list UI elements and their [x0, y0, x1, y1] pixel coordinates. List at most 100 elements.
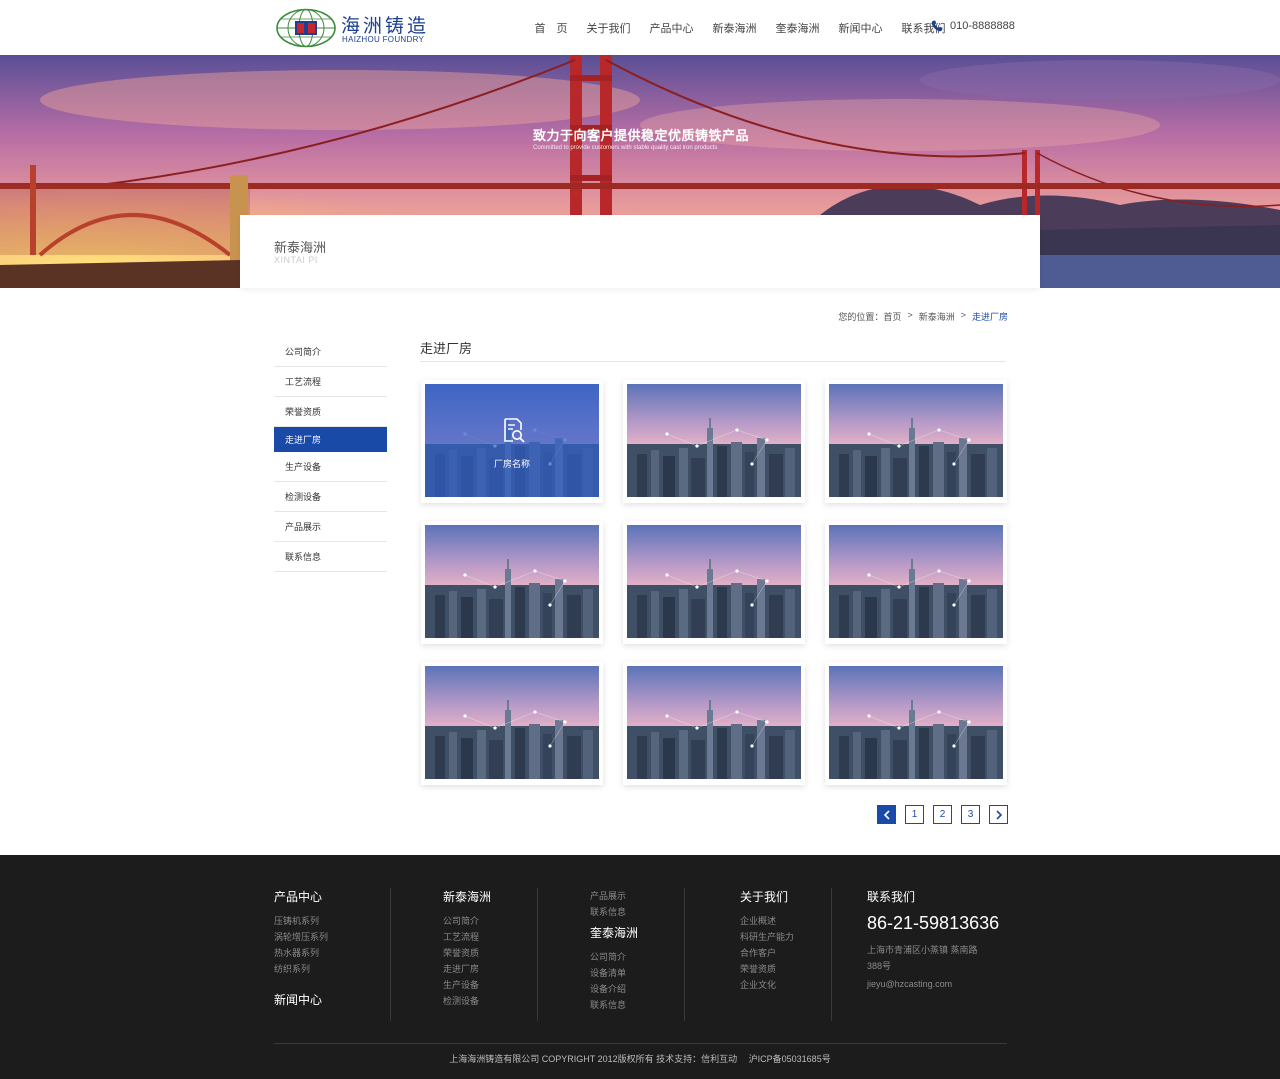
footer-divider	[537, 888, 538, 1021]
breadcrumb-home[interactable]: 您的位置：首页	[838, 310, 901, 323]
footer-heading[interactable]: 新闻中心	[274, 991, 328, 1008]
footer-link[interactable]: 公司简介	[590, 949, 638, 965]
footer-link[interactable]: 荣誉资质	[740, 961, 794, 977]
footer-link[interactable]: 荣誉资质	[443, 945, 491, 961]
nav-home[interactable]: 首 页	[525, 20, 577, 36]
footer-link[interactable]: 工艺流程	[443, 929, 491, 945]
breadcrumb-separator: >	[960, 310, 966, 320]
nav-products[interactable]: 产品中心	[640, 20, 703, 36]
footer-link[interactable]: 设备介绍	[590, 981, 638, 997]
phone-number: 010-8888888	[950, 20, 1015, 32]
breadcrumb-current: 走进厂房	[971, 312, 1008, 322]
page-1-button[interactable]: 1	[905, 805, 924, 824]
footer-link[interactable]: 生产设备	[443, 977, 491, 993]
page-title-card: 新泰海洲 XINTAI PI	[240, 215, 1040, 288]
footer-phone: 86-21-59813636	[867, 913, 1000, 933]
footer-copyright: 上海海洲铸造有限公司 COPYRIGHT 2012版权所有 技术支持：信利互动 …	[449, 1054, 831, 1064]
footer-divider	[390, 888, 391, 1021]
breadcrumb-separator: >	[907, 310, 913, 320]
gallery-card[interactable]	[623, 521, 805, 644]
section-divider	[420, 361, 1006, 362]
city-skyline-thumbnail	[829, 525, 1003, 638]
sidebar-item-contact-info[interactable]: 联系信息	[274, 542, 387, 572]
gallery-card[interactable]	[623, 662, 805, 785]
city-skyline-thumbnail	[425, 666, 599, 779]
footer-link[interactable]: 公司简介	[443, 913, 491, 929]
gallery-card[interactable]	[825, 521, 1007, 644]
sidebar: 公司简介 工艺流程 荣誉资质 走进厂房 生产设备 检测设备 产品展示 联系信息	[274, 337, 387, 572]
footer-link[interactable]: 设备清单	[590, 965, 638, 981]
gallery-card[interactable]	[421, 521, 603, 644]
footer-link[interactable]: 热水器系列	[274, 945, 328, 961]
footer-link[interactable]: 走进厂房	[443, 961, 491, 977]
city-skyline-thumbnail	[829, 384, 1003, 497]
footer-email[interactable]: jieyu@hzcasting.com	[867, 976, 987, 992]
sidebar-item-testing-equipment[interactable]: 检测设备	[274, 482, 387, 512]
sidebar-item-product-display[interactable]: 产品展示	[274, 512, 387, 542]
footer-link[interactable]: 产品展示	[590, 888, 638, 904]
gallery-card[interactable]	[421, 662, 603, 785]
city-skyline-thumbnail	[425, 525, 599, 638]
gallery-card[interactable]: 厂房名称	[421, 380, 603, 503]
footer-link[interactable]: 科研生产能力	[740, 929, 794, 945]
phone-icon	[931, 20, 943, 32]
footer-col-about: 关于我们 企业概述 科研生产能力 合作客户 荣誉资质 企业文化	[740, 888, 794, 993]
footer-heading[interactable]: 奎泰海洲	[590, 924, 638, 941]
page-3-button[interactable]: 3	[961, 805, 980, 824]
footer-heading[interactable]: 联系我们	[867, 888, 999, 905]
card-label: 厂房名称	[493, 459, 530, 469]
sidebar-item-production-equipment[interactable]: 生产设备	[274, 452, 387, 482]
nav-news[interactable]: 新闻中心	[829, 20, 892, 36]
next-page-button[interactable]	[989, 805, 1008, 824]
city-skyline-thumbnail	[627, 666, 801, 779]
sidebar-item-factory[interactable]: 走进厂房	[274, 427, 387, 452]
logo-text-en: HAIZHOU FOUNDRY	[342, 35, 425, 44]
chevron-left-icon	[883, 809, 890, 820]
gallery-card[interactable]	[825, 380, 1007, 503]
logo[interactable]: 海洲铸造 HAIZHOU FOUNDRY	[275, 7, 426, 49]
footer-heading[interactable]: 产品中心	[274, 888, 328, 905]
footer-heading[interactable]: 关于我们	[740, 888, 794, 905]
breadcrumb-level1[interactable]: 新泰海洲	[919, 310, 955, 323]
sidebar-item-process[interactable]: 工艺流程	[274, 367, 387, 397]
globe-logo-icon	[276, 8, 336, 48]
city-skyline-thumbnail	[627, 384, 801, 497]
footer-col-xintai: 新泰海洲 公司简介 工艺流程 荣誉资质 走进厂房 生产设备 检测设备	[443, 888, 491, 1009]
footer-link[interactable]: 联系信息	[590, 997, 638, 1013]
gallery-card[interactable]	[623, 380, 805, 503]
page-title: 新泰海洲	[274, 240, 327, 255]
prev-page-button[interactable]	[877, 805, 896, 824]
site-footer: 产品中心 压铸机系列 涡轮增压系列 热水器系列 纺织系列 新闻中心 新泰海洲 公…	[0, 855, 1280, 1079]
footer-divider-horizontal	[274, 1043, 1007, 1044]
header-phone: 010-8888888	[931, 20, 1015, 32]
pagination: 1 2 3	[877, 805, 1008, 824]
sidebar-item-company-intro[interactable]: 公司简介	[274, 337, 387, 367]
nav-xintai[interactable]: 新泰海洲	[703, 20, 766, 36]
footer-address: 上海市青浦区小蒸镇 蒸南路388号	[867, 945, 978, 971]
footer-heading[interactable]: 新泰海洲	[443, 888, 491, 905]
site-header: 海洲铸造 HAIZHOU FOUNDRY 首 页 关于我们 产品中心 新泰海洲 …	[0, 0, 1280, 55]
banner-subtitle: Committed to provide customers with stab…	[533, 145, 718, 151]
banner-title: 致力于向客户提供稳定优质铸铁产品	[533, 128, 750, 143]
footer-col-kuitai: 产品展示 联系信息 奎泰海洲 公司简介 设备清单 设备介绍 联系信息	[590, 888, 638, 1013]
nav-about[interactable]: 关于我们	[577, 20, 640, 36]
city-skyline-thumbnail	[627, 525, 801, 638]
chevron-right-icon	[995, 809, 1002, 820]
footer-link[interactable]: 企业文化	[740, 977, 794, 993]
footer-link[interactable]: 纺织系列	[274, 961, 328, 977]
city-skyline-thumbnail	[829, 666, 1003, 779]
nav-kuitai[interactable]: 奎泰海洲	[766, 20, 829, 36]
main-nav: 首 页 关于我们 产品中心 新泰海洲 奎泰海洲 新闻中心 联系我们	[525, 0, 955, 55]
footer-link[interactable]: 压铸机系列	[274, 913, 328, 929]
gallery-card[interactable]	[825, 662, 1007, 785]
footer-link[interactable]: 企业概述	[740, 913, 794, 929]
card-hover-overlay: 厂房名称	[425, 384, 599, 497]
footer-link[interactable]: 联系信息	[590, 904, 638, 920]
sidebar-item-honors[interactable]: 荣誉资质	[274, 397, 387, 427]
footer-col-products: 产品中心 压铸机系列 涡轮增压系列 热水器系列 纺织系列 新闻中心	[274, 888, 328, 1016]
footer-link[interactable]: 检测设备	[443, 993, 491, 1009]
page-2-button[interactable]: 2	[933, 805, 952, 824]
footer-link[interactable]: 合作客户	[740, 945, 794, 961]
logo-text-cn: 海洲铸造	[341, 15, 430, 37]
footer-link[interactable]: 涡轮增压系列	[274, 929, 328, 945]
